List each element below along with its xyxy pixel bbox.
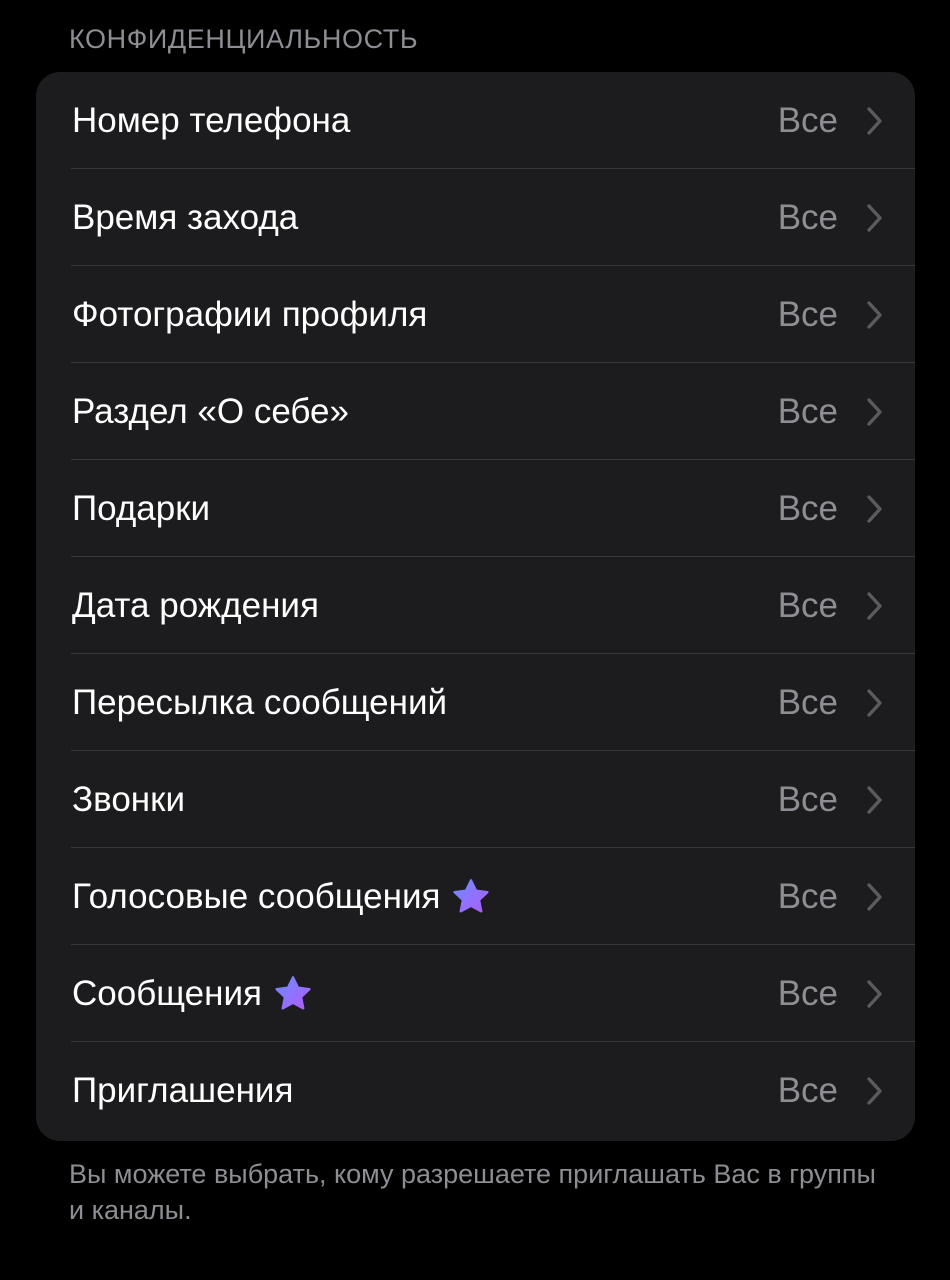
- row-birthday[interactable]: Дата рождения Все: [36, 557, 915, 654]
- section-footer: Вы можете выбрать, кому разрешаете пригл…: [69, 1159, 876, 1225]
- row-phone-number[interactable]: Номер телефона Все: [36, 72, 915, 169]
- row-value: Все: [777, 683, 838, 722]
- row-label: Номер телефона: [72, 100, 351, 140]
- row-last-seen[interactable]: Время захода Все: [36, 169, 915, 266]
- row-calls[interactable]: Звонки Все: [36, 751, 915, 848]
- premium-star-icon: [453, 878, 490, 913]
- chevron-right-icon: [867, 689, 882, 717]
- chevron-right-icon: [867, 495, 882, 523]
- row-value: Все: [777, 392, 838, 431]
- chevron-right-icon: [867, 786, 882, 814]
- row-value: Все: [777, 780, 838, 819]
- row-invites[interactable]: Приглашения Все: [36, 1042, 915, 1139]
- chevron-right-icon: [867, 204, 882, 232]
- row-label: Звонки: [72, 779, 185, 819]
- chevron-right-icon: [867, 107, 882, 135]
- row-value: Все: [777, 877, 838, 916]
- row-label: Голосовые сообщения: [72, 876, 441, 916]
- privacy-settings-group: Номер телефона Все Время захода Все Фото…: [36, 72, 915, 1141]
- row-value: Все: [777, 198, 838, 237]
- row-forwarded-messages[interactable]: Пересылка сообщений Все: [36, 654, 915, 751]
- row-label: Раздел «О себе»: [72, 391, 349, 431]
- chevron-right-icon: [867, 1077, 882, 1105]
- row-voice-messages[interactable]: Голосовые сообщения Все: [36, 848, 915, 945]
- row-bio[interactable]: Раздел «О себе» Все: [36, 363, 915, 460]
- row-value: Все: [777, 489, 838, 528]
- chevron-right-icon: [867, 398, 882, 426]
- row-value: Все: [777, 586, 838, 625]
- chevron-right-icon: [867, 883, 882, 911]
- row-value: Все: [777, 1071, 838, 1110]
- row-label: Время захода: [72, 197, 299, 237]
- row-messages[interactable]: Сообщения Все: [36, 945, 915, 1042]
- section-header: КОНФИДЕНЦИАЛЬНОСТЬ: [69, 24, 419, 54]
- row-label: Дата рождения: [72, 585, 319, 625]
- chevron-right-icon: [867, 980, 882, 1008]
- row-label: Фотографии профиля: [72, 294, 428, 334]
- row-label: Подарки: [72, 488, 211, 528]
- row-value: Все: [777, 974, 838, 1013]
- chevron-right-icon: [867, 301, 882, 329]
- row-profile-photos[interactable]: Фотографии профиля Все: [36, 266, 915, 363]
- row-gifts[interactable]: Подарки Все: [36, 460, 915, 557]
- premium-star-icon: [275, 975, 311, 1010]
- row-label: Пересылка сообщений: [72, 682, 448, 722]
- row-value: Все: [777, 101, 838, 140]
- chevron-right-icon: [867, 592, 882, 620]
- row-label: Приглашения: [72, 1070, 294, 1110]
- row-label: Сообщения: [72, 973, 262, 1013]
- row-value: Все: [777, 295, 838, 334]
